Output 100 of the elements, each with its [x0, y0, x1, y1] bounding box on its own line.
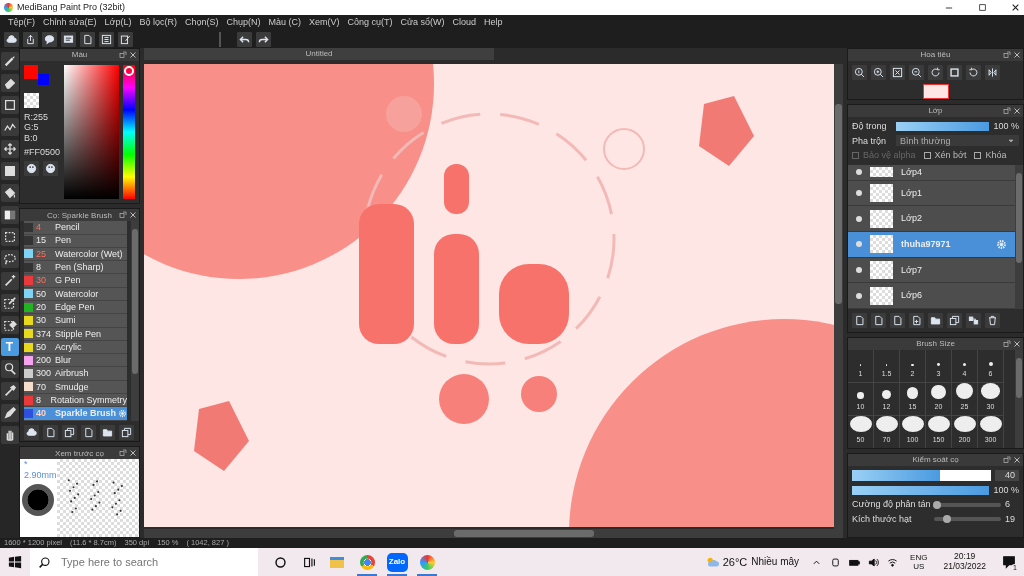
slider-track[interactable]	[934, 516, 1001, 521]
visibility-dot[interactable]	[856, 266, 862, 273]
share-icon[interactable]	[23, 31, 38, 47]
brush-item[interactable]: 4 Pencil	[24, 221, 127, 235]
layer-item[interactable]: Lớp4	[848, 164, 1015, 181]
layer-item[interactable]: Lớp2	[848, 206, 1015, 232]
scrollbar[interactable]	[834, 64, 843, 529]
undock-icon[interactable]	[1003, 340, 1011, 348]
folder-icon[interactable]	[928, 313, 943, 328]
gear-icon[interactable]	[996, 238, 1007, 250]
lasso-icon[interactable]	[0, 250, 19, 268]
eraser-icon[interactable]	[0, 74, 19, 92]
visibility-dot[interactable]	[856, 292, 862, 299]
document-icon[interactable]	[890, 313, 905, 328]
menu-item[interactable]: Màu (C)	[264, 17, 306, 28]
clock-date[interactable]: 21/03/2022	[943, 562, 986, 572]
menu-item[interactable]: Help	[480, 17, 507, 28]
edit-document-icon[interactable]	[118, 31, 133, 47]
undock-icon[interactable]	[119, 51, 127, 59]
size-slider[interactable]	[852, 470, 991, 481]
close-icon[interactable]	[129, 449, 137, 458]
filled-square-icon[interactable]	[0, 162, 19, 180]
pen-icon[interactable]	[0, 404, 19, 422]
slider-thumb[interactable]	[943, 514, 952, 523]
cortana-icon[interactable]	[274, 555, 287, 569]
flip-icon[interactable]	[985, 65, 1000, 80]
eraser-selection-icon[interactable]	[0, 316, 19, 334]
slider-track[interactable]	[934, 502, 1001, 507]
size-value-field[interactable]: 40	[995, 470, 1019, 481]
dropper-icon[interactable]	[0, 382, 19, 400]
menu-item[interactable]: Xem(V)	[305, 17, 344, 28]
brush-item[interactable]: 8 Rotation Symmetry	[24, 394, 127, 408]
bucket-icon[interactable]	[0, 184, 19, 202]
undock-icon[interactable]	[1003, 107, 1011, 115]
fit-icon[interactable]	[890, 65, 905, 80]
notification-icon[interactable]	[1002, 555, 1016, 569]
blend-mode-dropdown[interactable]: Bình thường	[896, 135, 1019, 147]
speech-bubble-icon[interactable]	[42, 31, 57, 47]
canvas-tab[interactable]: Untitled	[144, 48, 494, 60]
undock-icon[interactable]	[1003, 51, 1011, 59]
opacity-slider[interactable]	[852, 485, 990, 495]
layer-item[interactable]: Lớp6	[848, 283, 1015, 309]
scrollbar[interactable]	[1015, 164, 1023, 309]
menu-item[interactable]: Công cụ(T)	[343, 17, 397, 28]
language-text[interactable]: ENG	[910, 552, 928, 562]
close-icon[interactable]	[1013, 107, 1021, 115]
layer-item[interactable]: Lớp1	[848, 180, 1015, 207]
search-input[interactable]: Type here to search	[59, 548, 249, 576]
brush-item[interactable]: 30 Sumi	[24, 314, 127, 328]
menu-item[interactable]: Chỉnh sửa(E)	[39, 17, 101, 28]
zoom-out-icon[interactable]	[909, 65, 924, 80]
message-icon[interactable]	[61, 31, 76, 47]
gradient-icon[interactable]	[0, 206, 19, 224]
trash-icon[interactable]	[985, 313, 1000, 328]
slider-thumb[interactable]	[933, 500, 942, 509]
scrollbar[interactable]	[131, 221, 139, 421]
zigzag-icon[interactable]	[0, 118, 19, 136]
checkbox[interactable]	[974, 152, 982, 159]
brush-item[interactable]: 300 Airbrush	[24, 367, 127, 381]
close-icon[interactable]	[1013, 456, 1021, 464]
visibility-dot[interactable]	[856, 215, 862, 222]
search-box[interactable]: Type here to search	[30, 548, 258, 576]
brush-item[interactable]: 200 Blur	[24, 354, 127, 368]
menu-item[interactable]: Tệp(F)	[4, 17, 39, 28]
copy-icon[interactable]	[62, 424, 77, 440]
new-layer-icon[interactable]	[852, 313, 867, 328]
task-view-icon[interactable]	[303, 555, 316, 569]
scrollbar[interactable]	[144, 529, 843, 538]
merge-icon[interactable]	[966, 313, 981, 328]
folder-icon[interactable]	[100, 424, 115, 440]
document-icon[interactable]	[80, 31, 95, 47]
undock-icon[interactable]	[1003, 456, 1011, 464]
palette-icon[interactable]	[43, 161, 58, 177]
undock-icon[interactable]	[119, 449, 127, 458]
copy-icon[interactable]	[119, 424, 134, 440]
menu-item[interactable]: Chọn(S)	[181, 17, 223, 28]
zoom-reset-icon[interactable]	[852, 65, 867, 80]
visibility-dot[interactable]	[856, 189, 862, 196]
gear-icon[interactable]	[118, 409, 127, 418]
document-icon[interactable]	[871, 313, 886, 328]
copy-icon[interactable]	[947, 313, 962, 328]
device-icon[interactable]	[830, 556, 842, 568]
menu-item[interactable]: Bộ lọc(R)	[135, 17, 181, 28]
move-icon[interactable]	[0, 140, 19, 158]
cloud-icon[interactable]	[4, 31, 19, 47]
document-icon[interactable]	[81, 424, 96, 440]
rotate-right-icon[interactable]	[966, 65, 981, 80]
background-color-swatch[interactable]	[38, 74, 49, 85]
cloud-icon[interactable]	[24, 424, 39, 440]
clock-time[interactable]: 20:19	[954, 552, 976, 562]
magnifier-icon[interactable]	[0, 360, 19, 378]
hue-slider-thumb[interactable]	[124, 65, 134, 76]
document-icon[interactable]	[43, 424, 58, 440]
brush-icon[interactable]	[0, 52, 19, 70]
add-layer-icon[interactable]	[909, 313, 924, 328]
list-icon[interactable]	[99, 31, 114, 47]
menu-item[interactable]: Cloud	[448, 17, 481, 28]
close-icon[interactable]	[129, 51, 137, 59]
opacity-bar[interactable]	[896, 121, 990, 131]
palette-icon[interactable]	[24, 161, 39, 177]
